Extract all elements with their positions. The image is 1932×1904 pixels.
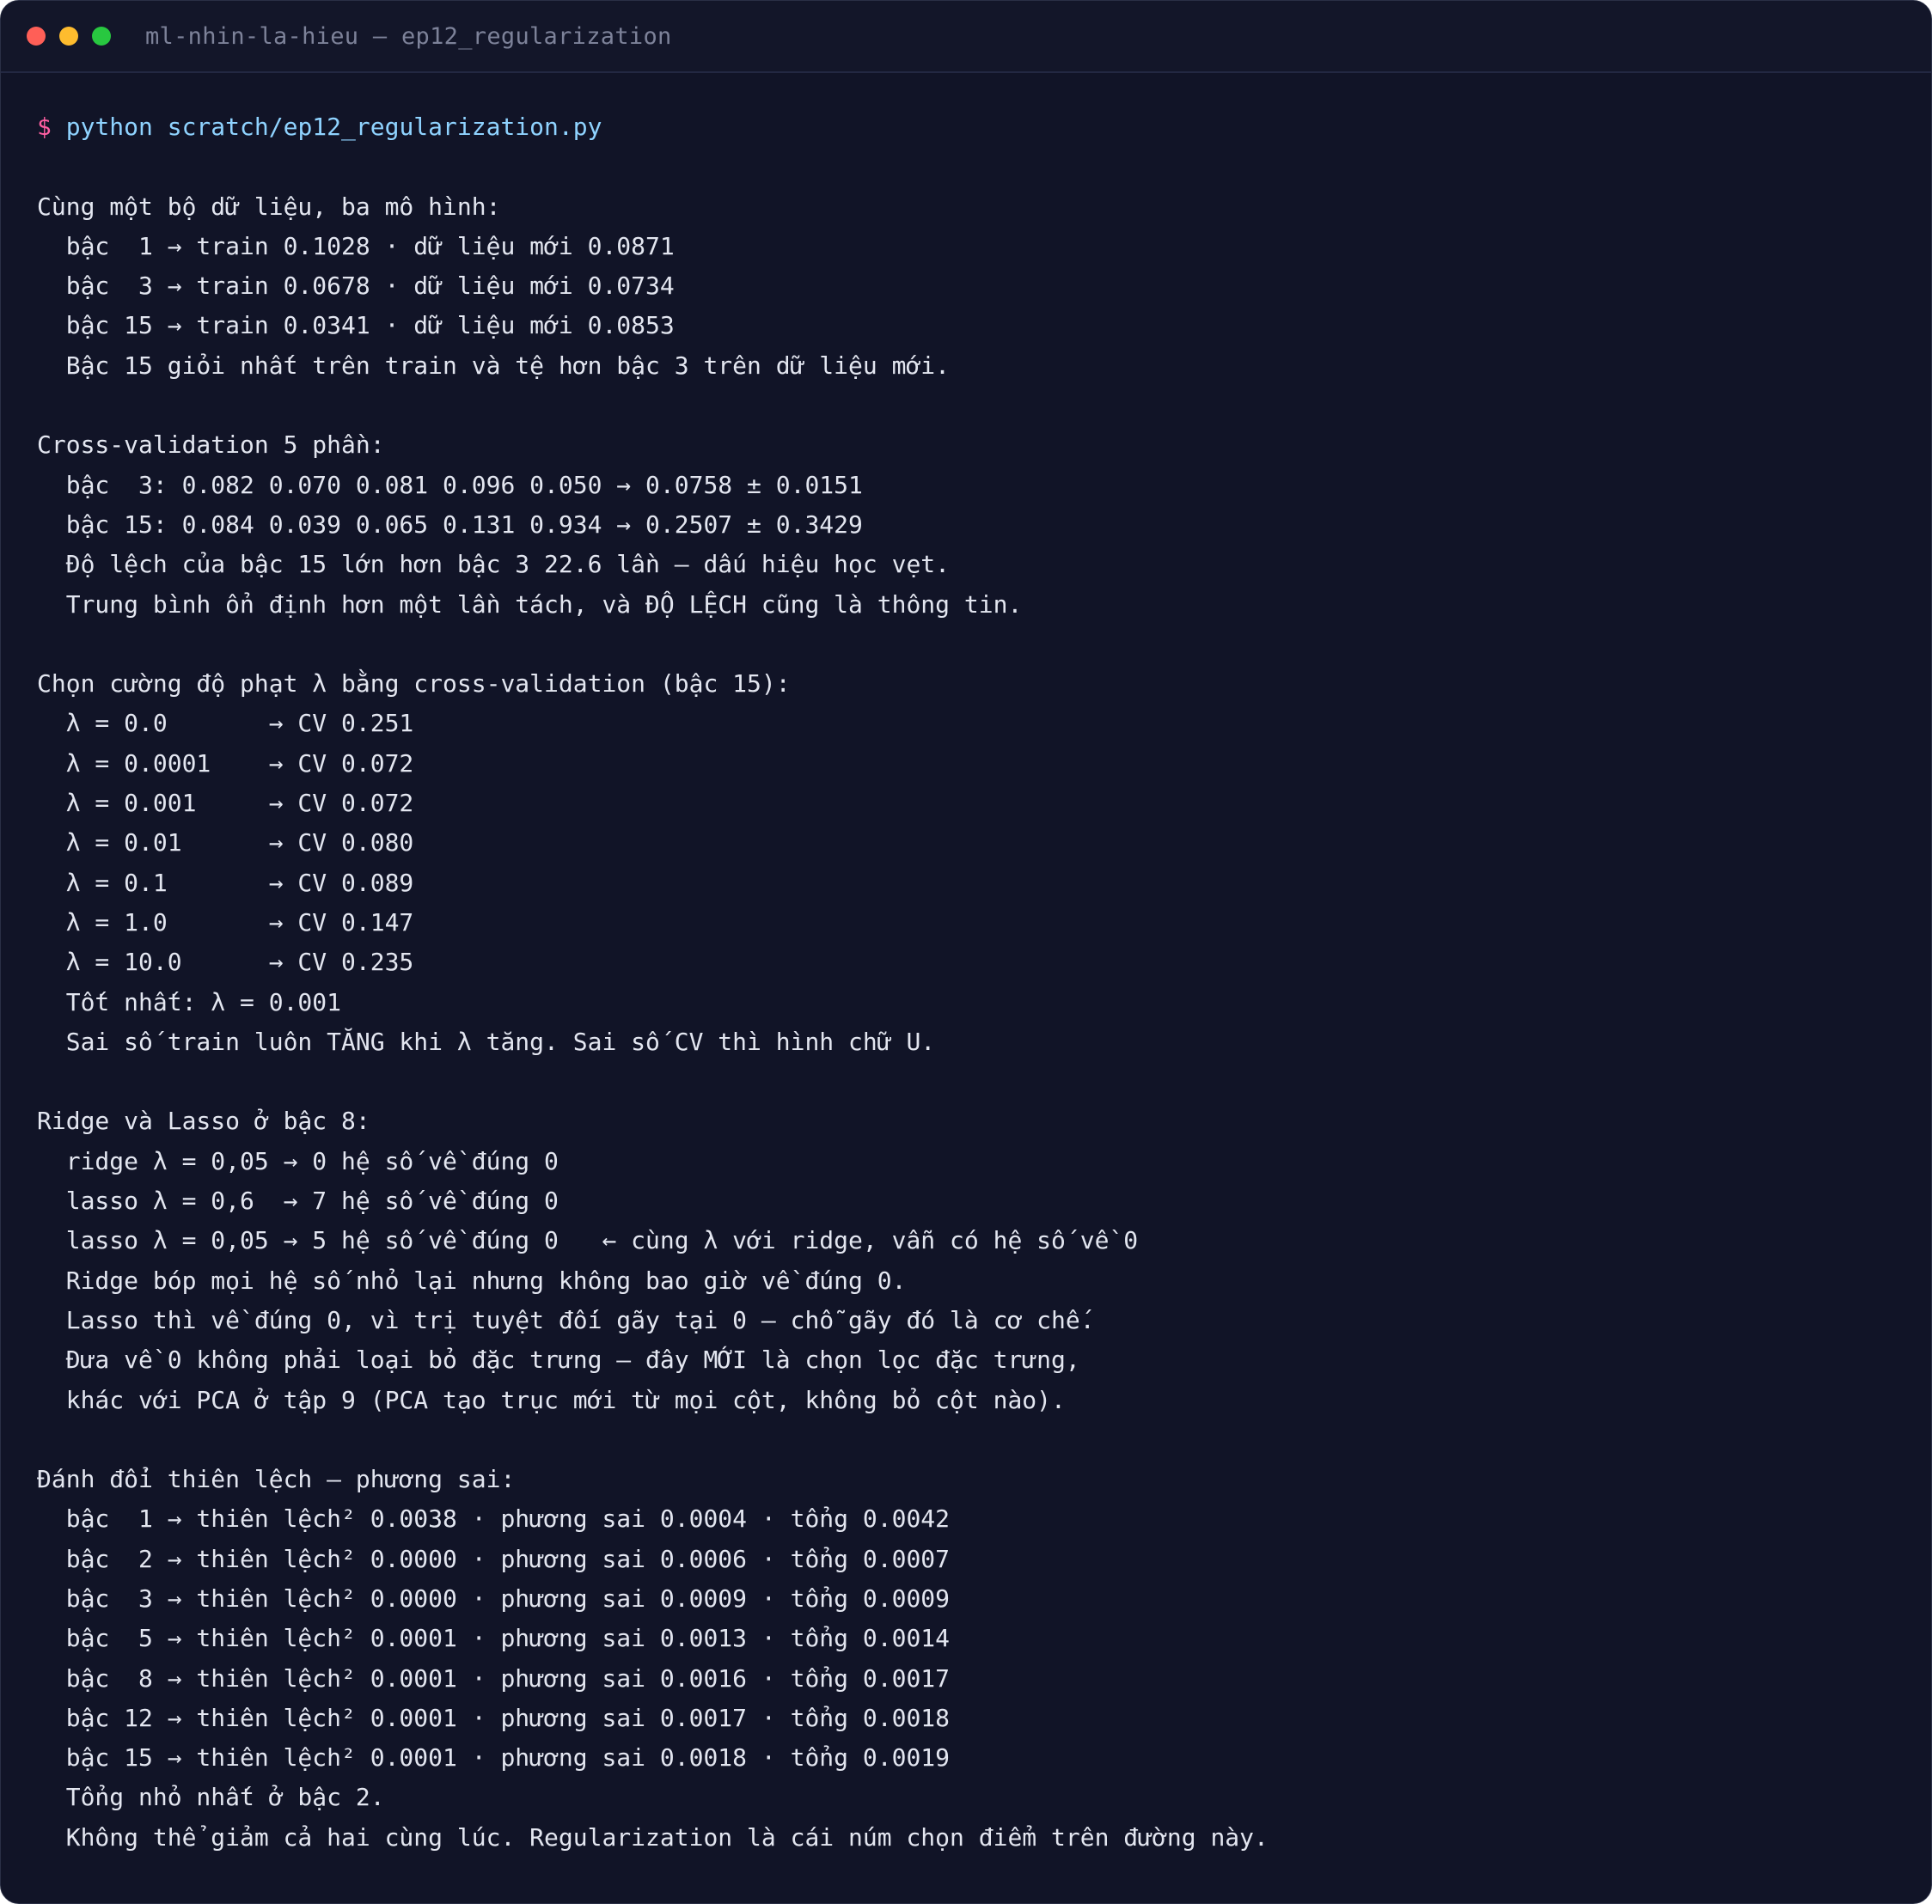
output-line: bậc 3 → train 0.0678 · dữ liệu mới 0.073… <box>37 272 675 301</box>
output-line: ridge λ = 0,05 → 0 hệ số về đúng 0 <box>37 1146 559 1175</box>
terminal-window: ml-nhin-la-hieu — ep12_regularization $ … <box>0 0 1932 1904</box>
output-line: bậc 5 → thiên lệch² 0.0001 · phương sai … <box>37 1624 951 1653</box>
section-heading: Chọn cường độ phạt λ bằng cross-validati… <box>37 669 791 699</box>
output-sections: Cùng một bộ dữ liệu, ba mô hình: bậc 1 →… <box>37 147 1931 1858</box>
output-line: Tổng nhỏ nhất ở bậc 2. <box>37 1783 385 1812</box>
section-heading: Ridge và Lasso ở bậc 8: <box>37 1107 370 1136</box>
output-line: khác với PCA ở tập 9 (PCA tạo trục mới t… <box>37 1385 1066 1414</box>
output-line: bậc 1 → thiên lệch² 0.0038 · phương sai … <box>37 1504 951 1534</box>
output-line: bậc 2 → thiên lệch² 0.0000 · phương sai … <box>37 1544 951 1573</box>
output-line: lasso λ = 0,05 → 5 hệ số về đúng 0 ← cùn… <box>37 1226 1139 1255</box>
prompt-symbol: $ <box>37 113 52 141</box>
section-heading: Cross-validation 5 phần: <box>37 430 385 460</box>
output-line: lasso λ = 0,6 → 7 hệ số về đúng 0 <box>37 1187 559 1216</box>
section-heading: Đánh đổi thiên lệch — phương sai: <box>37 1465 516 1494</box>
output-line: Ridge bóp mọi hệ số nhỏ lại nhưng không … <box>37 1266 907 1295</box>
output-line: bậc 15 → train 0.0341 · dữ liệu mới 0.08… <box>37 311 675 340</box>
output-line: λ = 0.0 → CV 0.251 <box>37 709 414 738</box>
output-line: Lasso thì về đúng 0, vì trị tuyệt đối gã… <box>37 1305 1095 1334</box>
output-line: Độ lệch của bậc 15 lớn hơn bậc 3 22.6 lầ… <box>37 550 951 579</box>
output-line: bậc 3: 0.082 0.070 0.081 0.096 0.050 → 0… <box>37 470 863 499</box>
output-line: bậc 15 → thiên lệch² 0.0001 · phương sai… <box>37 1743 951 1773</box>
output-line: Bậc 15 giỏi nhất trên train và tệ hơn bậ… <box>37 351 951 380</box>
command-line: $ python scratch/ep12_regularization.py <box>37 107 1931 147</box>
output-line: bậc 1 → train 0.1028 · dữ liệu mới 0.087… <box>37 231 675 260</box>
output-line: Đưa về 0 không phải loại bỏ đặc trưng — … <box>37 1346 1080 1375</box>
output-line: λ = 0.001 → CV 0.072 <box>37 789 414 818</box>
output-line: bậc 15: 0.084 0.039 0.065 0.131 0.934 → … <box>37 510 863 539</box>
command-text: python scratch/ep12_regularization.py <box>65 113 602 141</box>
terminal-output[interactable]: $ python scratch/ep12_regularization.py … <box>1 73 1931 1903</box>
output-line: λ = 10.0 → CV 0.235 <box>37 948 414 977</box>
output-line: Tốt nhất: λ = 0.001 <box>37 987 342 1016</box>
title-bar: ml-nhin-la-hieu — ep12_regularization <box>1 1 1931 73</box>
output-line: Trung bình ổn định hơn một lần tách, và … <box>37 589 1023 619</box>
output-line: Sai số train luôn TĂNG khi λ tăng. Sai s… <box>37 1027 936 1056</box>
output-line: bậc 8 → thiên lệch² 0.0001 · phương sai … <box>37 1663 951 1693</box>
output-line: bậc 12 → thiên lệch² 0.0001 · phương sai… <box>37 1703 951 1732</box>
output-line: bậc 3 → thiên lệch² 0.0000 · phương sai … <box>37 1584 951 1613</box>
close-window-button[interactable] <box>27 27 46 46</box>
output-line: λ = 0.0001 → CV 0.072 <box>37 748 414 778</box>
maximize-window-button[interactable] <box>92 27 111 46</box>
output-line: Không thể giảm cả hai cùng lúc. Regulari… <box>37 1822 1269 1852</box>
minimize-window-button[interactable] <box>59 27 78 46</box>
output-line: λ = 0.01 → CV 0.080 <box>37 828 414 857</box>
window-title: ml-nhin-la-hieu — ep12_regularization <box>145 22 672 50</box>
output-line: λ = 0.1 → CV 0.089 <box>37 868 414 897</box>
section-heading: Cùng một bộ dữ liệu, ba mô hình: <box>37 192 501 221</box>
output-line: λ = 1.0 → CV 0.147 <box>37 907 414 937</box>
